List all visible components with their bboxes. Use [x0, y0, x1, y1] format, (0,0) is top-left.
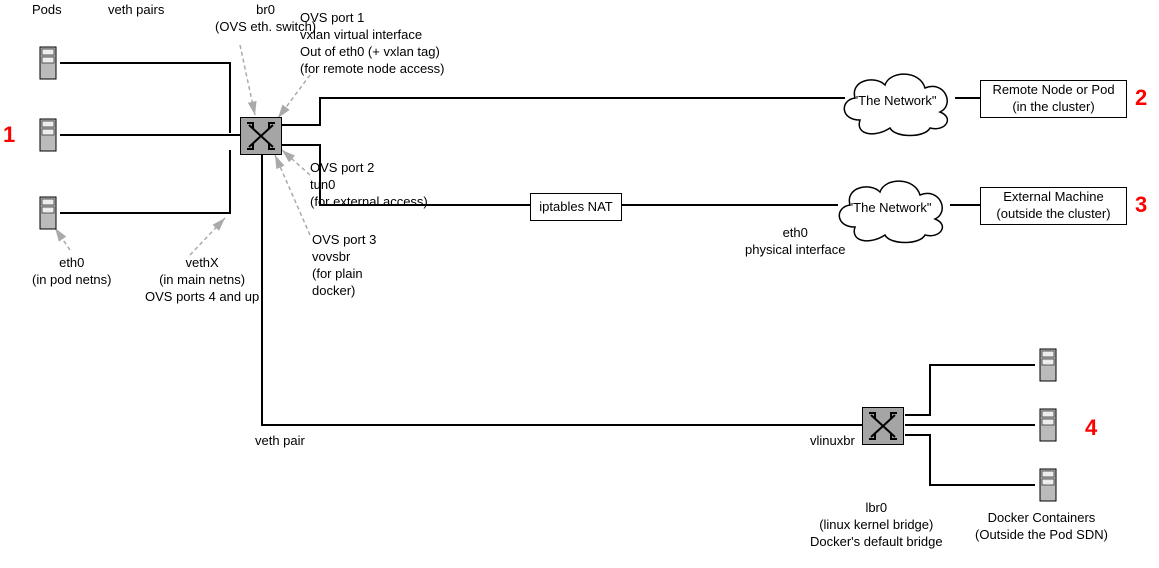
docker-container-2-icon — [1038, 407, 1058, 443]
vlinuxbr-label: vlinuxbr — [810, 433, 855, 450]
network-cloud-1-label: "The Network" — [830, 60, 960, 140]
pods-header: Pods — [32, 2, 62, 19]
external-machine-label: External Machine (outside the cluster) — [996, 189, 1110, 223]
lbr0-switch-icon — [862, 407, 904, 445]
docker-container-1-icon — [1038, 347, 1058, 383]
network-cloud-2-label: "The Network" — [825, 167, 955, 247]
marker-1: 1 — [3, 122, 15, 148]
marker-2: 2 — [1135, 85, 1147, 111]
ovs-port3-label: OVS port 3 vovsbr (for plain docker) — [312, 232, 376, 300]
pod-server-2-icon — [38, 117, 58, 153]
docker-containers-label: Docker Containers (Outside the Pod SDN) — [975, 510, 1108, 544]
veth-pairs-header: veth pairs — [108, 2, 164, 19]
ovs-port1-label: OVS port 1 vxlan virtual interface Out o… — [300, 10, 445, 78]
remote-node-label: Remote Node or Pod (in the cluster) — [992, 82, 1114, 116]
iptables-nat-box: iptables NAT — [530, 193, 622, 221]
marker-4: 4 — [1085, 415, 1097, 441]
lbr0-label: lbr0 (linux kernel bridge) Docker's defa… — [810, 500, 943, 551]
network-cloud-2: "The Network" — [825, 167, 955, 247]
iptables-nat-label: iptables NAT — [539, 199, 612, 216]
docker-container-3-icon — [1038, 467, 1058, 503]
br0-switch-icon — [240, 117, 282, 155]
external-machine-box: External Machine (outside the cluster) — [980, 187, 1127, 225]
marker-3: 3 — [1135, 192, 1147, 218]
vethx-label: vethX (in main netns) OVS ports 4 and up — [145, 255, 259, 306]
pod-server-3-icon — [38, 195, 58, 231]
network-cloud-1: "The Network" — [830, 60, 960, 140]
remote-node-box: Remote Node or Pod (in the cluster) — [980, 80, 1127, 118]
pod-server-1-icon — [38, 45, 58, 81]
eth0-pod-netns-label: eth0 (in pod netns) — [32, 255, 112, 289]
veth-pair-label: veth pair — [255, 433, 305, 450]
ovs-port2-label: OVS port 2 tun0 (for external access) — [310, 160, 428, 211]
